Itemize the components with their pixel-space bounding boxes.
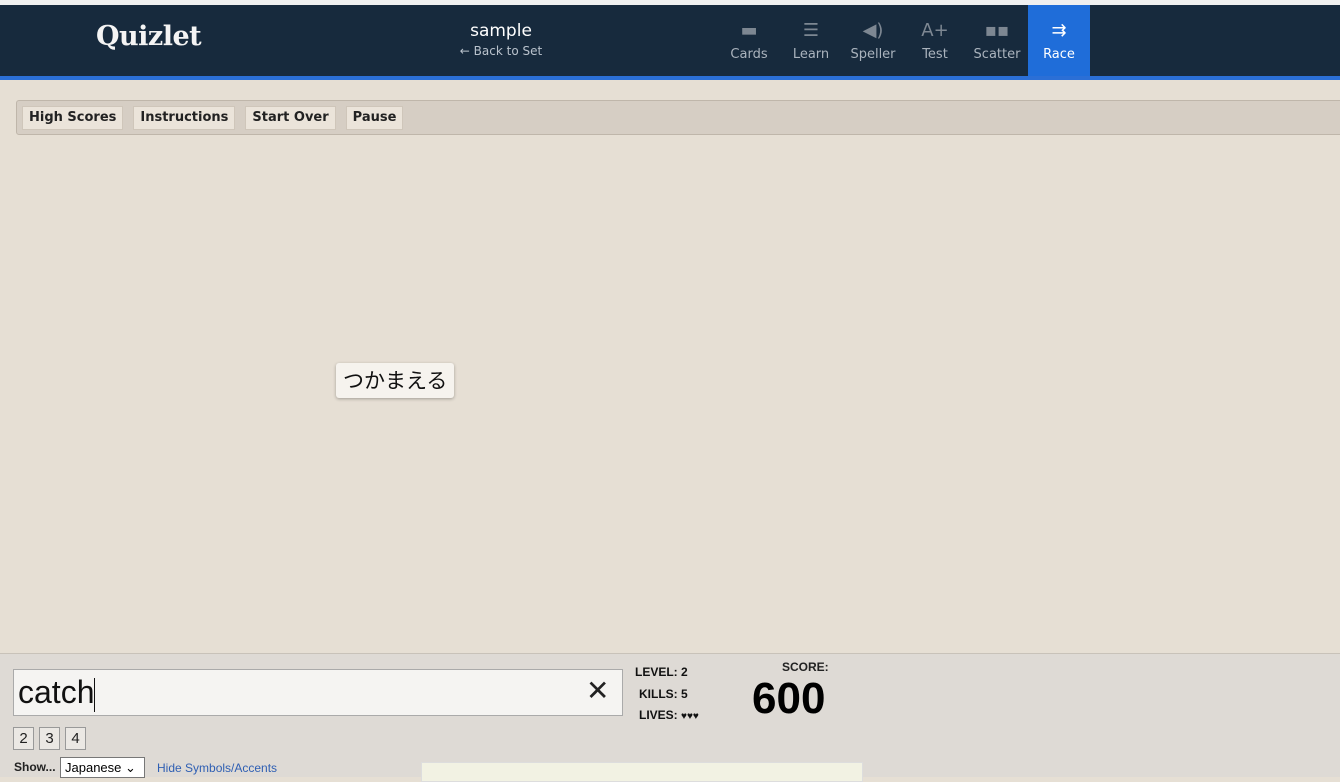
- symbol-buttons: 2 3 4: [13, 727, 86, 750]
- kills-value: 5: [681, 686, 688, 701]
- number-button-4[interactable]: 4: [65, 727, 86, 750]
- game-toolbar: High Scores Instructions Start Over Paus…: [16, 100, 1340, 135]
- show-label: Show...: [14, 760, 56, 774]
- start-over-button[interactable]: Start Over: [245, 106, 336, 130]
- game-stats: LEVEL: 2 KILLS: 5 LIVES: ♥♥♥: [635, 662, 699, 728]
- answer-text: catch: [18, 674, 95, 710]
- score-label: SCORE:: [782, 660, 829, 674]
- instructions-button[interactable]: Instructions: [133, 106, 236, 130]
- high-scores-button[interactable]: High Scores: [22, 106, 124, 130]
- clear-icon[interactable]: ✕: [586, 674, 609, 707]
- lives-hearts: ♥♥♥: [681, 711, 699, 722]
- nav-scatter[interactable]: ▪▪ Scatter: [966, 5, 1028, 76]
- answer-panel: catch ✕ LEVEL: 2 KILLS: 5 LIVES: ♥♥♥ SCO…: [0, 653, 1340, 782]
- level-value: 2: [681, 665, 688, 679]
- nav-label: Speller: [850, 47, 896, 62]
- score-value: 600: [752, 674, 826, 723]
- header-accent-line: [0, 76, 1340, 80]
- nav-race[interactable]: ⇉ Race: [1028, 5, 1090, 76]
- nav-cards[interactable]: ▬ Cards: [718, 5, 780, 76]
- nav-label: Learn: [792, 47, 830, 62]
- nav-label: Test: [922, 47, 948, 62]
- logo[interactable]: Quizlet: [96, 21, 202, 52]
- mode-nav: ▬ Cards ☰ Learn ◀) Speller A+ Test ▪▪ Scatter…: [718, 5, 1090, 76]
- nav-label: Race: [1043, 47, 1075, 62]
- nav-label: Cards: [730, 47, 768, 62]
- number-button-2[interactable]: 2: [13, 727, 34, 750]
- lives-label: LIVES:: [639, 708, 678, 722]
- nav-learn[interactable]: ☰ Learn: [780, 5, 842, 76]
- level-label: LEVEL:: [635, 665, 678, 679]
- info-panel: [421, 762, 863, 782]
- header: Quizlet sample ← Back to Set ▬ Cards ☰ Lea…: [0, 5, 1340, 76]
- learn-icon: ☰: [802, 20, 820, 41]
- select-value: Japanese: [65, 760, 122, 775]
- kills-label: KILLS:: [639, 686, 678, 701]
- speaker-icon: ◀): [862, 20, 884, 41]
- nav-test[interactable]: A+ Test: [904, 5, 966, 76]
- text-caret: [94, 677, 96, 712]
- hide-symbols-link[interactable]: Hide Symbols/Accents: [157, 761, 277, 775]
- answer-input[interactable]: catch: [13, 669, 623, 716]
- nav-label: Scatter: [973, 47, 1021, 62]
- show-language-select[interactable]: Japanese ⌄: [60, 757, 145, 778]
- cards-icon: ▬: [740, 20, 758, 41]
- race-icon: ⇉: [1051, 20, 1067, 41]
- test-icon: A+: [921, 20, 949, 41]
- back-to-set-link[interactable]: ← Back to Set: [440, 44, 562, 58]
- nav-speller[interactable]: ◀) Speller: [842, 5, 904, 76]
- number-button-3[interactable]: 3: [39, 727, 60, 750]
- pause-button[interactable]: Pause: [345, 106, 404, 130]
- moving-term: つかまえる: [336, 363, 455, 398]
- set-title: sample: [470, 21, 532, 41]
- scatter-icon: ▪▪: [984, 20, 1010, 41]
- chevron-down-icon: ⌄: [125, 760, 136, 775]
